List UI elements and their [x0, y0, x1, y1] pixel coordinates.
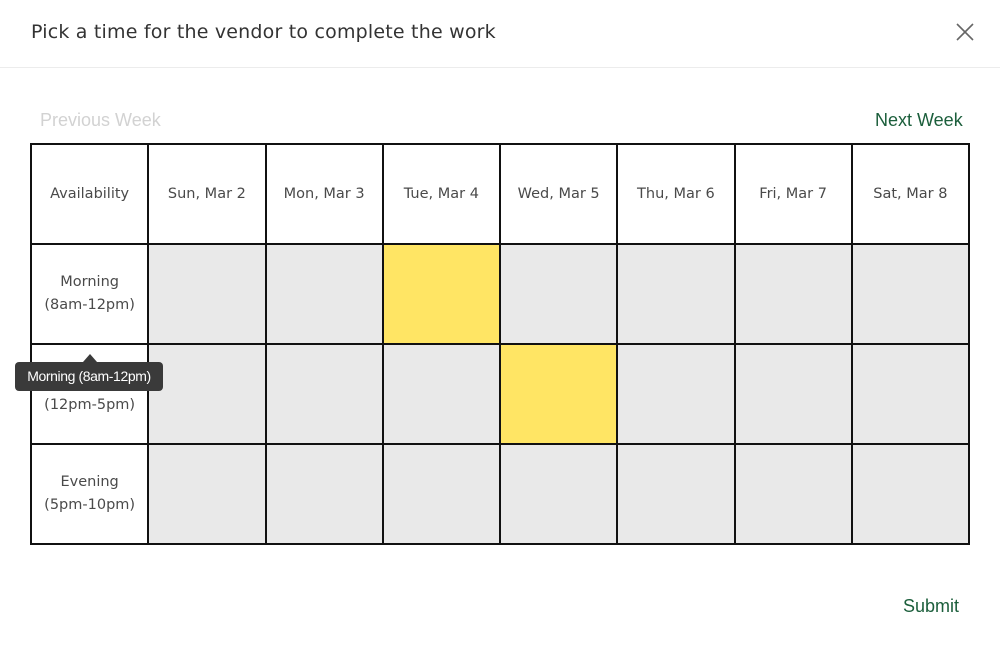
- availability-grid: Availability Sun, Mar 2 Mon, Mar 3 Tue, …: [29, 143, 971, 545]
- time-slot-cell[interactable]: [733, 343, 853, 445]
- grid-header-row: Availability Sun, Mar 2 Mon, Mar 3 Tue, …: [29, 143, 971, 245]
- time-slot-cell[interactable]: [850, 343, 971, 445]
- time-slot-cell[interactable]: [498, 243, 619, 345]
- time-slot-cell[interactable]: [147, 443, 267, 545]
- previous-week-link[interactable]: Previous Week: [40, 110, 161, 131]
- time-slot-cell[interactable]: [616, 443, 736, 545]
- time-slot-cell[interactable]: [616, 243, 736, 345]
- day-header: Mon, Mar 3: [264, 143, 384, 245]
- day-header: Sun, Mar 2: [147, 143, 267, 245]
- modal-header: Pick a time for the vendor to complete t…: [0, 0, 1000, 68]
- time-slot-cell[interactable]: [498, 443, 619, 545]
- time-slot-cell[interactable]: [264, 243, 384, 345]
- slot-name: Evening: [60, 474, 119, 490]
- time-slot-cell-selected[interactable]: [381, 243, 502, 345]
- slot-row-evening: Evening (5pm-10pm): [29, 443, 971, 545]
- time-slot-cell[interactable]: [264, 443, 384, 545]
- day-header: Thu, Mar 6: [616, 143, 736, 245]
- day-header: Fri, Mar 7: [733, 143, 853, 245]
- corner-header: Availability: [29, 143, 150, 245]
- time-slot-cell-selected[interactable]: [498, 343, 619, 445]
- close-icon: [956, 23, 974, 41]
- time-slot-cell[interactable]: [733, 443, 853, 545]
- slot-tooltip: Morning (8am-12pm): [15, 362, 163, 391]
- time-slot-cell[interactable]: [381, 443, 502, 545]
- next-week-link[interactable]: Next Week: [875, 110, 963, 131]
- slot-name: Morning: [60, 274, 119, 290]
- close-button[interactable]: [952, 19, 978, 45]
- time-slot-cell[interactable]: [616, 343, 736, 445]
- day-header: Sat, Mar 8: [850, 143, 971, 245]
- tooltip-arrow: [83, 354, 97, 362]
- time-slot-cell[interactable]: [850, 443, 971, 545]
- slot-hours: (8am-12pm): [44, 297, 135, 313]
- modal-title: Pick a time for the vendor to complete t…: [31, 21, 496, 43]
- slot-hours: (5pm-10pm): [44, 497, 136, 513]
- slot-label: Morning (8am-12pm): [29, 243, 150, 345]
- time-slot-cell[interactable]: [147, 243, 267, 345]
- slot-label: Evening (5pm-10pm): [29, 443, 150, 545]
- day-header: Wed, Mar 5: [498, 143, 619, 245]
- day-header: Tue, Mar 4: [381, 143, 502, 245]
- time-slot-cell[interactable]: [147, 343, 267, 445]
- submit-button[interactable]: Submit: [903, 596, 959, 617]
- scheduling-modal: Pick a time for the vendor to complete t…: [0, 0, 1000, 658]
- time-slot-cell[interactable]: [264, 343, 384, 445]
- slot-row-afternoon: Afternoon(12pm-5pm): [29, 343, 971, 445]
- slot-hours: (12pm-5pm): [44, 397, 136, 413]
- time-slot-cell[interactable]: [850, 243, 971, 345]
- time-slot-cell[interactable]: [381, 343, 502, 445]
- time-slot-cell[interactable]: [733, 243, 853, 345]
- slot-row-morning: Morning (8am-12pm): [29, 243, 971, 345]
